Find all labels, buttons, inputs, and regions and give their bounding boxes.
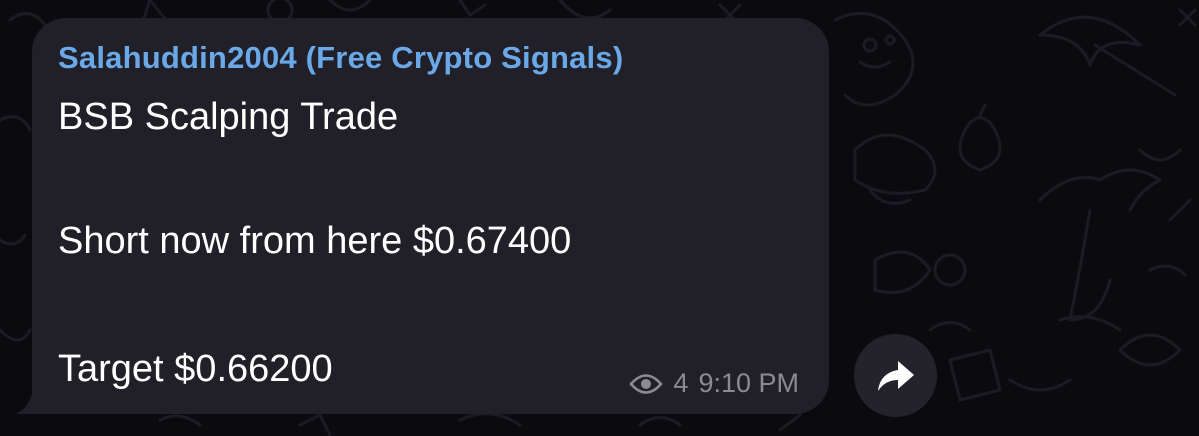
message-line-entry: Short now from here $0.67400 [58,220,572,262]
sender-name[interactable]: Salahuddin2004 (Free Crypto Signals) [58,40,623,76]
chat-background: Salahuddin2004 (Free Crypto Signals) BSB… [0,0,1199,436]
message-time: 9:10 PM [698,368,799,398]
forward-arrow-icon [877,360,914,391]
message-bubble[interactable]: Salahuddin2004 (Free Crypto Signals) BSB… [32,18,829,414]
message-line-title: BSB Scalping Trade [58,96,399,138]
bubble-tail [16,394,32,414]
message-meta: 4 9:10 PM [629,368,799,399]
forward-button[interactable] [854,334,937,417]
message-line-target: Target $0.66200 [58,348,333,390]
view-count: 4 [673,368,689,398]
eye-icon [629,373,664,394]
